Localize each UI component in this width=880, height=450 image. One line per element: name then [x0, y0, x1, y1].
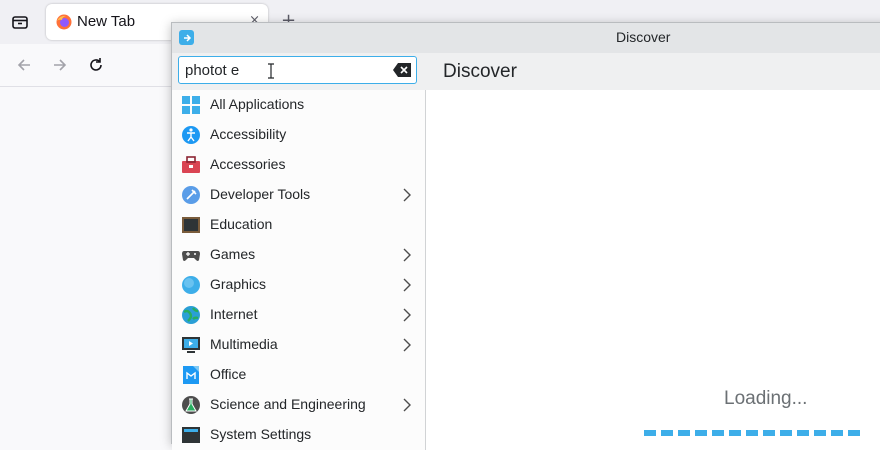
- chalkboard-icon: [182, 217, 200, 233]
- category-label: All Applications: [210, 96, 305, 112]
- category-item-science-and-engineering[interactable]: Science and Engineering: [172, 390, 425, 420]
- title-bar[interactable]: Discover: [172, 23, 880, 53]
- category-sidebar: All Applications Accessibility Accessori…: [172, 90, 426, 450]
- loading-text: Loading...: [724, 388, 808, 409]
- chevron-right-icon: [403, 398, 411, 412]
- category-label: Games: [210, 246, 256, 262]
- category-label: System Settings: [210, 426, 312, 442]
- category-item-all-applications[interactable]: All Applications: [172, 90, 425, 120]
- accessibility-icon: [182, 126, 200, 144]
- reload-icon: [90, 58, 102, 71]
- tab-title: New Tab: [77, 13, 136, 30]
- globe-icon: [182, 306, 200, 324]
- category-label: Graphics: [210, 276, 267, 292]
- graphics-icon: [182, 276, 200, 294]
- chevron-right-icon: [403, 248, 411, 262]
- category-label: Multimedia: [210, 336, 278, 352]
- chevron-right-icon: [403, 278, 411, 292]
- science-icon: [182, 396, 200, 414]
- content-area: Loading...: [426, 90, 880, 450]
- category-item-system-settings[interactable]: System Settings: [172, 420, 425, 450]
- category-label: Education: [210, 216, 273, 232]
- category-item-accessories[interactable]: Accessories: [172, 150, 425, 180]
- category-label: Developer Tools: [210, 186, 311, 202]
- toolbox-icon: [182, 156, 200, 173]
- clear-search-icon[interactable]: [393, 63, 411, 77]
- reload-button[interactable]: [82, 51, 110, 79]
- settings-icon: [182, 427, 200, 443]
- tab-list-icon: [12, 16, 28, 29]
- category-item-education[interactable]: Education: [172, 210, 425, 240]
- discover-app-icon: [179, 30, 194, 45]
- category-item-graphics[interactable]: Graphics: [172, 270, 425, 300]
- category-item-multimedia[interactable]: Multimedia: [172, 330, 425, 360]
- back-arrow-icon: [17, 59, 30, 71]
- firefox-icon: [56, 14, 72, 30]
- chevron-right-icon: [403, 308, 411, 322]
- search-input[interactable]: [185, 60, 385, 80]
- category-label: Science and Engineering: [210, 396, 366, 412]
- chevron-right-icon: [403, 188, 411, 202]
- grid-icon: [182, 96, 200, 114]
- text-cursor-icon: [268, 63, 274, 79]
- category-item-developer-tools[interactable]: Developer Tools: [172, 180, 425, 210]
- category-item-internet[interactable]: Internet: [172, 300, 425, 330]
- category-label: Accessories: [210, 156, 286, 172]
- office-icon: [183, 366, 199, 384]
- page-title: Discover: [443, 61, 517, 82]
- category-label: Office: [210, 366, 247, 382]
- search-field[interactable]: [178, 56, 417, 84]
- category-item-office[interactable]: Office: [172, 360, 425, 390]
- discover-window: Discover Discover All Applications Acces…: [171, 22, 880, 450]
- loading-progress-bar: [644, 430, 880, 438]
- forward-arrow-icon: [54, 59, 67, 71]
- gamepad-icon: [182, 251, 200, 261]
- back-button[interactable]: [10, 51, 38, 79]
- developer-tools-icon: [182, 186, 200, 204]
- category-label: Internet: [210, 306, 258, 322]
- category-item-accessibility[interactable]: Accessibility: [172, 120, 425, 150]
- multimedia-icon: [182, 337, 200, 353]
- chevron-right-icon: [403, 338, 411, 352]
- window-title: Discover: [616, 29, 671, 45]
- category-item-games[interactable]: Games: [172, 240, 425, 270]
- category-label: Accessibility: [210, 126, 287, 142]
- forward-button[interactable]: [46, 51, 74, 79]
- tab-list-button[interactable]: [6, 9, 34, 35]
